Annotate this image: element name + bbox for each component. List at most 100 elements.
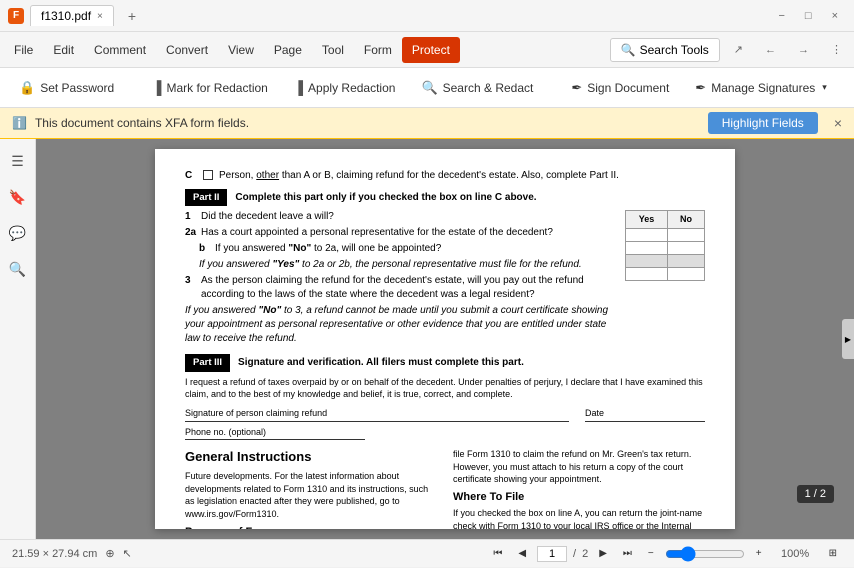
sign-icon: ✒ — [571, 80, 582, 96]
page-total: 2 — [582, 548, 588, 560]
q3-num: 3 — [185, 274, 197, 302]
part-iii-badge: Part III — [185, 354, 230, 371]
sidebar-comments-icon[interactable]: 💬 — [4, 219, 32, 247]
search-redact-button[interactable]: 🔍 Search & Redact — [410, 74, 544, 102]
nav-back-button[interactable]: ← — [757, 42, 784, 58]
notification-close-button[interactable]: × — [834, 115, 842, 131]
menu-tool[interactable]: Tool — [312, 37, 354, 63]
menu-bar: File Edit Comment Convert View Page Tool… — [0, 32, 854, 68]
restore-button[interactable]: □ — [797, 8, 820, 24]
highlight-fields-button[interactable]: Highlight Fields — [708, 112, 818, 134]
fit-page-button[interactable]: ⊞ — [824, 546, 842, 561]
row-c-label: C — [185, 169, 197, 183]
notification-bar: ℹ️ This document contains XFA form field… — [0, 108, 854, 139]
row-c: C Person, other than A or B, claiming re… — [185, 169, 705, 183]
pdf-page: C Person, other than A or B, claiming re… — [155, 149, 735, 529]
minimize-button[interactable]: − — [770, 8, 792, 24]
manage-signatures-button[interactable]: ✒ Manage Signatures — [684, 74, 838, 102]
sidebar-search-icon[interactable]: 🔍 — [4, 255, 32, 283]
right-col: file Form 1310 to claim the refund on Mr… — [453, 448, 705, 529]
set-password-button[interactable]: 🔒 Set Password — [8, 74, 125, 102]
menu-form[interactable]: Form — [354, 37, 402, 63]
menu-edit[interactable]: Edit — [43, 37, 84, 63]
menu-view[interactable]: View — [218, 37, 264, 63]
manage-sig-icon: ✒ — [695, 80, 706, 96]
nav-first-button[interactable]: ⏮ — [488, 546, 507, 561]
sign-document-label: Sign Document — [587, 81, 669, 95]
q1: 1 Did the decedent leave a will? — [185, 210, 621, 224]
document-area[interactable]: C Person, other than A or B, claiming re… — [36, 139, 854, 539]
close-tab-button[interactable]: × — [97, 11, 103, 22]
apply-redaction-button[interactable]: ▐ Apply Redaction — [283, 74, 407, 101]
right-col1-text: file Form 1310 to claim the refund on Mr… — [453, 448, 705, 486]
nav-forward-button[interactable]: → — [790, 42, 817, 58]
close-window-button[interactable]: × — [824, 8, 846, 24]
sidebar-pages-icon[interactable]: ☰ — [4, 147, 32, 175]
yes-no-table: Yes No — [625, 210, 705, 281]
mark-redaction-label: Mark for Redaction — [166, 81, 267, 95]
no-col-header: No — [668, 211, 705, 229]
table-row-2 — [626, 241, 705, 254]
part-ii-header-text: Complete this part only if you checked t… — [235, 191, 536, 205]
title-bar: F f1310.pdf × + − □ × — [0, 0, 854, 32]
part-iii-header-row: Part III Signature and verification. All… — [185, 354, 705, 371]
add-tab-button[interactable]: + — [120, 5, 144, 27]
table-row-4 — [626, 267, 705, 280]
table-row-3 — [626, 254, 705, 267]
menu-page[interactable]: Page — [264, 37, 312, 63]
page-number-input[interactable] — [537, 546, 567, 562]
electro-button[interactable]: ⚡ Electro... — [842, 74, 854, 102]
sidebar-bookmarks-icon[interactable]: 🔖 — [4, 183, 32, 211]
page-separator: / — [573, 548, 576, 560]
menu-file[interactable]: File — [4, 37, 43, 63]
apply-redaction-icon: ▐ — [294, 80, 303, 95]
nav-prev-button[interactable]: ◀ — [513, 546, 531, 561]
checkbox-c[interactable] — [203, 170, 213, 180]
title-bar-left: F f1310.pdf × + — [8, 5, 770, 27]
zoom-in-button[interactable]: + — [751, 546, 767, 561]
search-tools-button[interactable]: 🔍 Search Tools — [610, 38, 720, 62]
cursor-icon: ⊕ — [105, 547, 114, 560]
sign-document-button[interactable]: ✒ Sign Document — [560, 74, 680, 102]
status-bar: 21.59 × 27.94 cm ⊕ ↖ ⏮ ◀ / 2 ▶ ⏭ − + 100… — [0, 539, 854, 567]
notification-icon: ℹ️ — [12, 116, 27, 130]
main-area: ☰ 🔖 💬 🔍 ▶ C Person, other than A or B, c… — [0, 139, 854, 539]
status-bar-right: ⏮ ◀ / 2 ▶ ⏭ − + 100% ⊞ — [488, 546, 842, 562]
mark-redaction-button[interactable]: ▐ Mark for Redaction — [141, 74, 279, 101]
search-tools-label: Search Tools — [640, 43, 709, 57]
zoom-slider[interactable] — [665, 546, 745, 562]
title-tab[interactable]: f1310.pdf × — [30, 5, 114, 26]
apply-redaction-label: Apply Redaction — [308, 81, 395, 95]
menu-convert[interactable]: Convert — [156, 37, 218, 63]
phone-field: Phone no. (optional) — [185, 426, 365, 440]
q2b-text: If you answered "No" to 2a, will one be … — [215, 242, 441, 256]
nav-next-button[interactable]: ▶ — [594, 546, 612, 561]
search-icon: 🔍 — [621, 43, 636, 57]
nav-last-button[interactable]: ⏭ — [618, 546, 637, 561]
page-badge: 1 / 2 — [797, 485, 834, 503]
q2a-text: Has a court appointed a personal represe… — [201, 226, 553, 240]
more-options-button[interactable]: ⋮ — [823, 41, 850, 58]
signature-row: Signature of person claiming refund Date — [185, 407, 705, 423]
menu-protect[interactable]: Protect — [402, 37, 460, 63]
question-1-row: 1 Did the decedent leave a will? 2a Has … — [185, 210, 705, 348]
mark-redaction-icon: ▐ — [152, 80, 161, 95]
instructions-section: General Instructions Future developments… — [185, 448, 705, 529]
document-dimensions: 21.59 × 27.94 cm — [12, 548, 97, 560]
menu-comment[interactable]: Comment — [84, 37, 156, 63]
signature-field: Signature of person claiming refund — [185, 407, 569, 423]
zoom-out-button[interactable]: − — [643, 546, 659, 561]
notification-text: This document contains XFA form fields. — [35, 116, 249, 130]
q3: 3 As the person claiming the refund for … — [185, 274, 621, 302]
share-button[interactable]: ↗ — [726, 41, 751, 58]
where-heading: Where To File — [453, 490, 705, 505]
question-1-content: 1 Did the decedent leave a will? 2a Has … — [185, 210, 621, 348]
where-text: If you checked the box on line A, you ca… — [453, 507, 705, 529]
q2b-note: If you answered "Yes" to 2a or 2b, the p… — [185, 258, 621, 272]
right-panel-toggle[interactable]: ▶ — [842, 319, 854, 359]
protect-toolbar: 🔒 Set Password ▐ Mark for Redaction ▐ Ap… — [0, 68, 854, 108]
app-icon: F — [8, 8, 24, 24]
q2a: 2a Has a court appointed a personal repr… — [185, 226, 621, 240]
q2b-num: b — [199, 242, 211, 256]
part-ii-badge: Part II — [185, 189, 227, 206]
